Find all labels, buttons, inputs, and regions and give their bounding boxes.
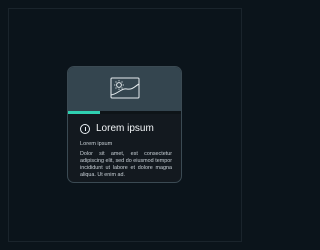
progress-bar [68, 111, 181, 114]
info-icon [80, 124, 90, 134]
info-card[interactable]: Lorem ipsum Lorem ipsum Dolor sit amet, … [67, 66, 182, 183]
card-header: Lorem ipsum [80, 123, 154, 135]
card-subtitle: Lorem ipsum [80, 141, 113, 147]
card-media [68, 67, 181, 111]
card-title: Lorem ipsum [96, 123, 154, 134]
progress-fill [68, 111, 100, 114]
image-placeholder-icon [110, 77, 140, 99]
card-body-text: Dolor sit amet, est consectetur adipisci… [80, 151, 172, 178]
